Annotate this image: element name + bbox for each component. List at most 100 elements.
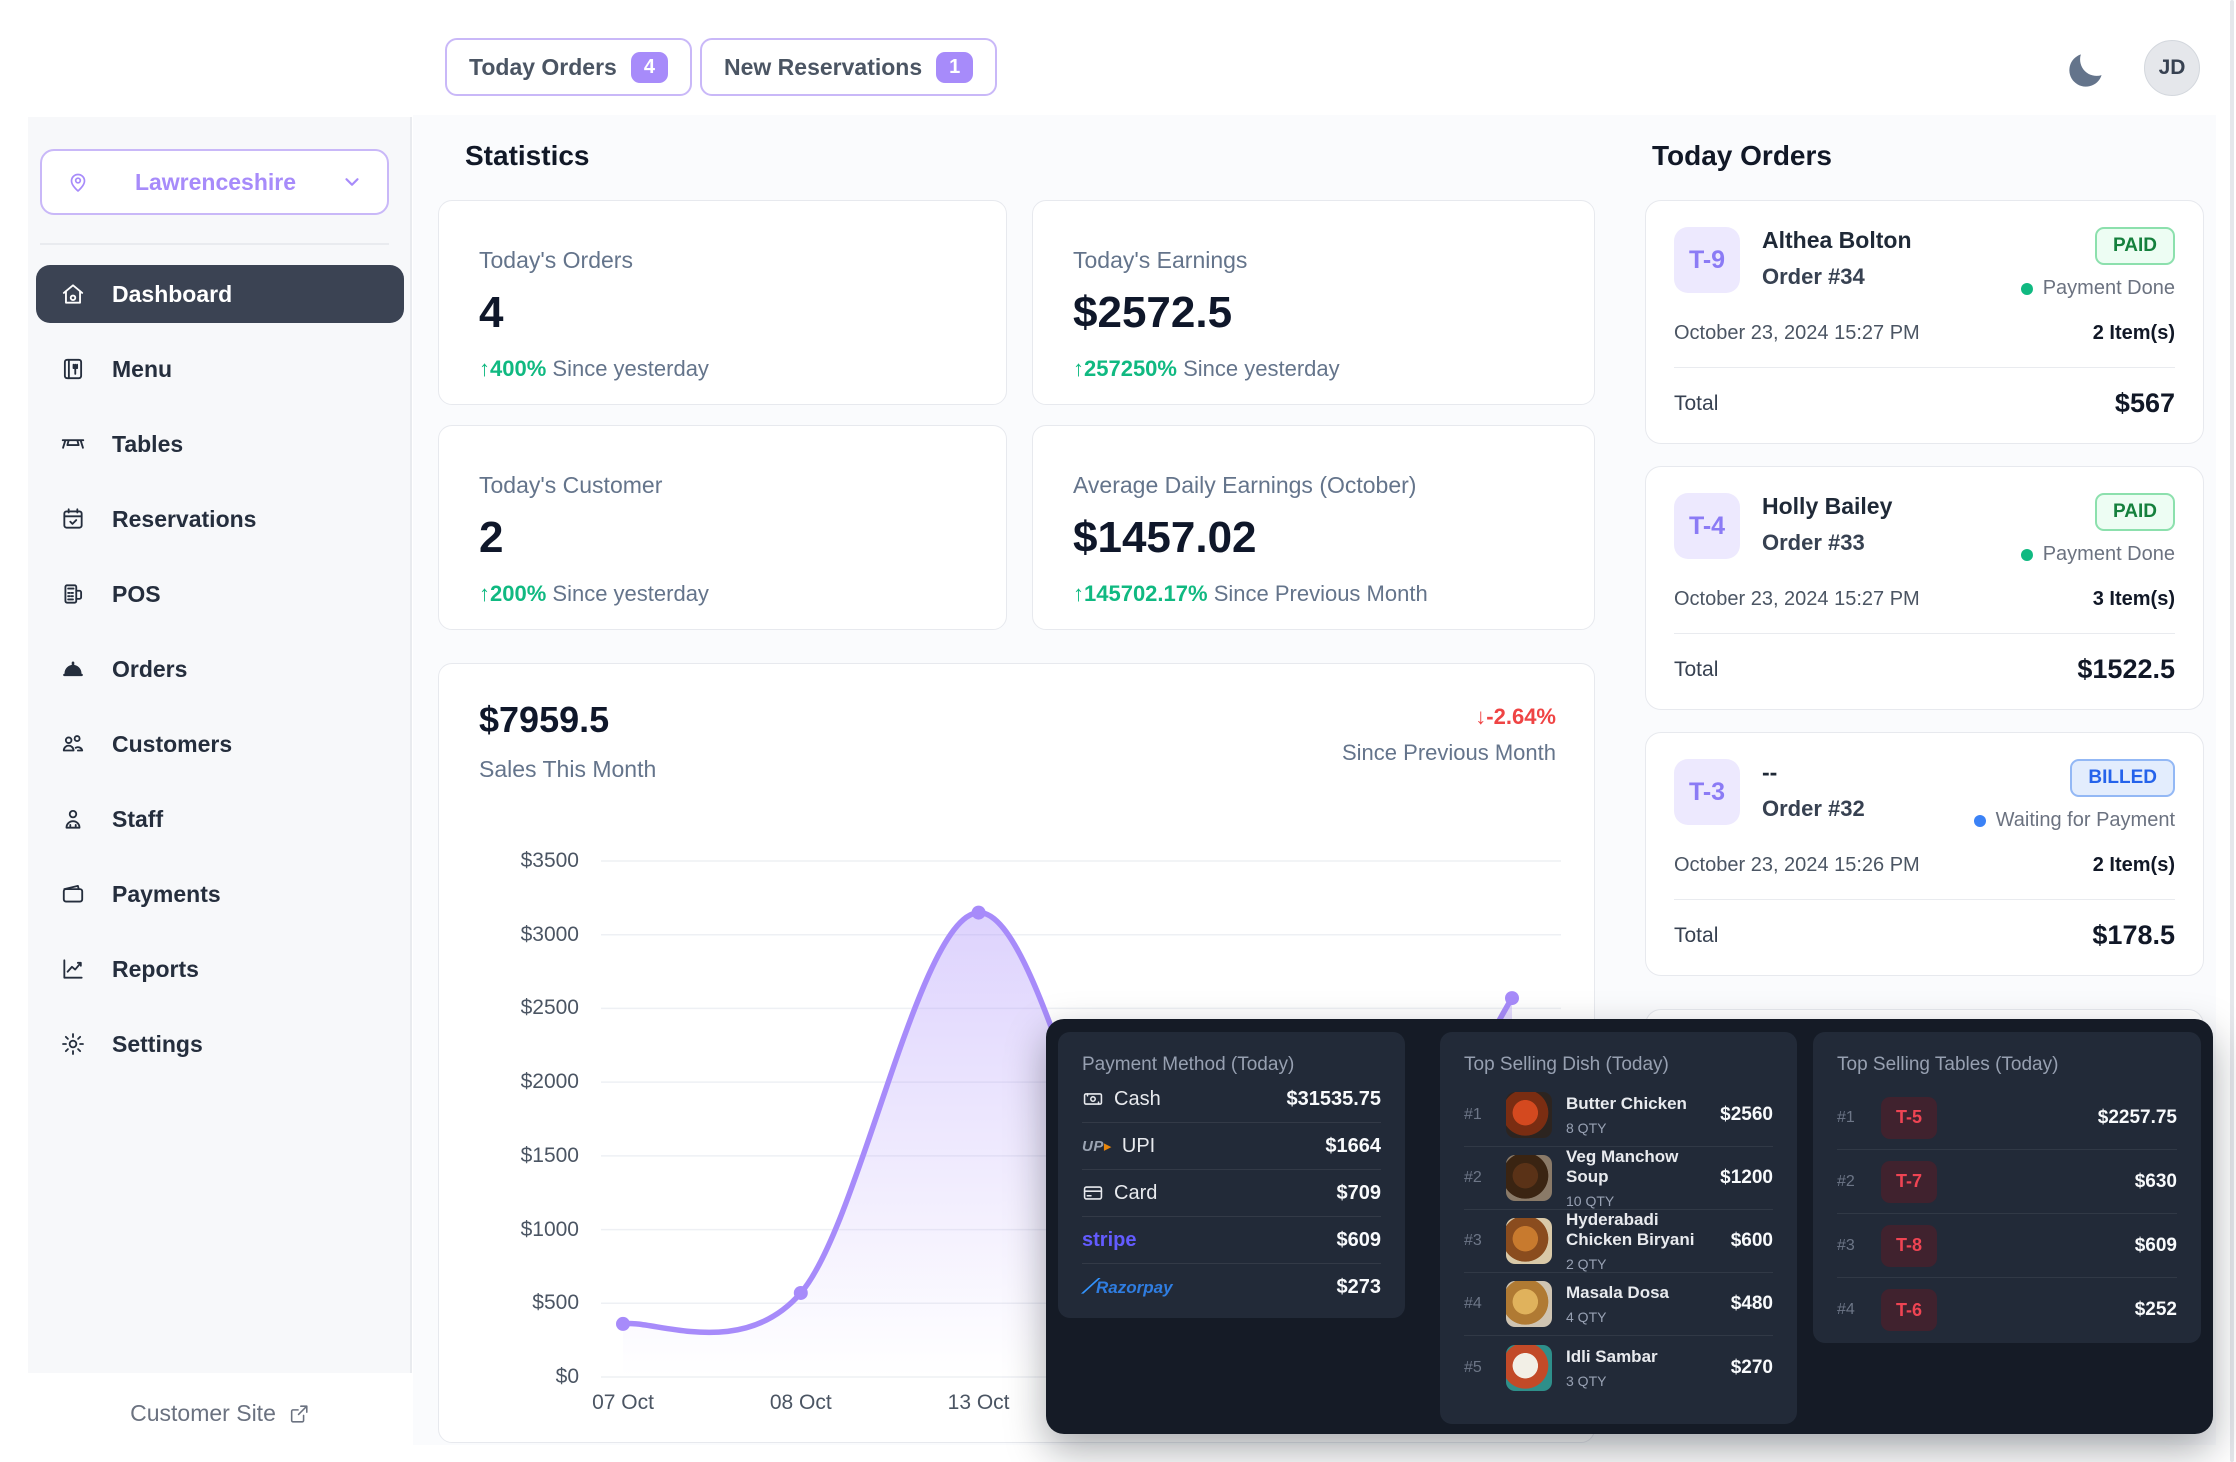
- status-dot: [1974, 815, 1986, 827]
- table-rank: #4: [1837, 1301, 1865, 1319]
- order-items-count: 2 Item(s): [2093, 854, 2175, 877]
- menu-book-icon: [60, 356, 86, 382]
- sidebar-item-payments[interactable]: Payments: [36, 865, 404, 923]
- divider: [1674, 899, 2175, 900]
- status-dot: [2021, 549, 2033, 561]
- cash-icon: [1082, 1088, 1104, 1110]
- sidebar-item-orders[interactable]: Orders: [36, 640, 404, 698]
- sidebar-item-label: Orders: [112, 656, 332, 683]
- credit-card-icon: [1082, 1182, 1104, 1204]
- payment-row: Cash $31535.75: [1082, 1076, 1381, 1123]
- sidebar-item-customers[interactable]: Customers: [36, 715, 404, 773]
- dish-amount: $2560: [1720, 1104, 1773, 1126]
- sidebar-item-settings[interactable]: Settings: [36, 1015, 404, 1073]
- sidebar-item-tables[interactable]: Tables: [36, 415, 404, 473]
- sales-delta-note: Since Previous Month: [1342, 740, 1556, 766]
- sidebar-item-label: Menu: [112, 356, 332, 383]
- dish-photo: [1506, 1092, 1552, 1138]
- status-dot: [2021, 283, 2033, 295]
- today-orders-button[interactable]: Today Orders 4: [445, 38, 692, 96]
- location-selector[interactable]: Lawrenceshire: [40, 149, 389, 215]
- order-total: $178.5: [2092, 920, 2175, 951]
- sales-subtitle: Sales This Month: [479, 756, 656, 783]
- divider: [1674, 367, 2175, 368]
- dish-amount: $600: [1731, 1230, 1773, 1252]
- order-number: Order #33: [1762, 530, 1892, 556]
- dark-mode-moon-icon[interactable]: [2064, 48, 2108, 92]
- sidebar-item-label: Settings: [112, 1031, 380, 1058]
- order-date: October 23, 2024 15:27 PM: [1674, 322, 1920, 345]
- order-card[interactable]: T-9 Althea Bolton Order #34 PAID Payment…: [1645, 200, 2204, 444]
- avatar[interactable]: JD: [2144, 40, 2200, 96]
- order-card[interactable]: T-3 -- Order #32 BILLED Waiting for Paym…: [1645, 732, 2204, 976]
- today-orders-title: Today Orders: [1652, 140, 1832, 172]
- dish-name: Idli Sambar: [1566, 1347, 1717, 1367]
- chevron-down-icon: [358, 658, 380, 680]
- sidebar-item-label: Payments: [112, 881, 332, 908]
- stat-card-value: $1457.02: [1073, 513, 1554, 563]
- arrow-down-icon: ↓: [1475, 704, 1486, 729]
- total-label: Total: [1674, 392, 1718, 416]
- today-orders-count-badge: 4: [631, 52, 668, 83]
- customer-site-link[interactable]: Customer Site: [28, 1400, 412, 1427]
- stripe-logo-icon: stripe: [1082, 1229, 1136, 1252]
- sidebar: Lawrenceshire Dashboard Menu Tables: [28, 117, 412, 1373]
- payment-row: ⟋Razorpay $273: [1082, 1264, 1381, 1311]
- sidebar-item-reservations[interactable]: Reservations: [36, 490, 404, 548]
- y-axis-tick: $1500: [479, 1144, 579, 1168]
- table-badge: T-8: [1881, 1225, 1937, 1267]
- sidebar-item-staff[interactable]: Staff: [36, 790, 404, 848]
- top-tables-title: Top Selling Tables (Today): [1837, 1054, 2177, 1076]
- sidebar-item-label: Customers: [112, 731, 380, 758]
- sidebar-item-dashboard[interactable]: Dashboard: [36, 265, 404, 323]
- dish-row: #2 Veg Manchow Soup 10 QTY $1200: [1464, 1147, 1773, 1210]
- stat-card-delta: ↑145702.17% Since Previous Month: [1073, 581, 1554, 607]
- sidebar-item-pos[interactable]: POS: [36, 565, 404, 623]
- insights-overlay: Payment Method (Today) Cash $31535.75 UP…: [1046, 1019, 2213, 1434]
- table-badge: T-4: [1674, 493, 1740, 559]
- dish-qty: 4 QTY: [1566, 1309, 1717, 1325]
- sidebar-item-menu[interactable]: Menu: [36, 340, 404, 398]
- payment-row: UP▸UPI $1664: [1082, 1123, 1381, 1170]
- sidebar-item-label: Dashboard: [112, 281, 380, 308]
- dish-qty: 8 QTY: [1566, 1120, 1706, 1136]
- scrollbar[interactable]: [2230, 0, 2234, 1462]
- person-icon: [60, 806, 86, 832]
- dish-amount: $270: [1731, 1357, 1773, 1379]
- payment-status: Payment Done: [2043, 277, 2175, 300]
- dish-row: #4 Masala Dosa 4 QTY $480: [1464, 1273, 1773, 1336]
- cloche-icon: [60, 656, 86, 682]
- table-amount: $630: [2135, 1171, 2177, 1193]
- y-axis-tick: $1000: [479, 1218, 579, 1242]
- total-label: Total: [1674, 658, 1718, 682]
- razorpay-logo-icon: ⟋Razorpay: [1082, 1276, 1173, 1299]
- stat-card: Today's Earnings $2572.5 ↑257250% Since …: [1032, 200, 1595, 405]
- total-label: Total: [1674, 924, 1718, 948]
- sales-delta: ↓-2.64%: [1475, 704, 1556, 730]
- new-reservations-button[interactable]: New Reservations 1: [700, 38, 997, 96]
- dish-rank: #2: [1464, 1169, 1492, 1187]
- sidebar-nav: Dashboard Menu Tables Reservations: [36, 265, 404, 1090]
- order-number: Order #32: [1762, 796, 1865, 822]
- order-items-count: 2 Item(s): [2093, 322, 2175, 345]
- chevron-down-icon: [358, 883, 380, 905]
- location-pin-icon: [66, 170, 90, 194]
- top-dish-title: Top Selling Dish (Today): [1464, 1054, 1773, 1076]
- status-badge: BILLED: [2070, 759, 2175, 797]
- payment-amount: $609: [1337, 1229, 1382, 1252]
- sidebar-item-reports[interactable]: Reports: [36, 940, 404, 998]
- dish-amount: $1200: [1720, 1167, 1773, 1189]
- stat-card-value: 2: [479, 513, 966, 563]
- home-icon: [60, 281, 86, 307]
- gear-icon: [60, 1031, 86, 1057]
- order-card[interactable]: T-4 Holly Bailey Order #33 PAID Payment …: [1645, 466, 2204, 710]
- stat-card: Average Daily Earnings (October) $1457.0…: [1032, 425, 1595, 630]
- table-icon: [60, 431, 86, 457]
- arrow-up-icon: ↑: [479, 356, 490, 381]
- stat-card-label: Today's Earnings: [1073, 247, 1554, 274]
- status-badge: PAID: [2095, 227, 2175, 265]
- y-axis-tick: $0: [479, 1365, 579, 1389]
- table-badge: T-6: [1881, 1289, 1937, 1331]
- table-row: #3 T-8 $609: [1837, 1214, 2177, 1278]
- dish-row: #3 Hyderabadi Chicken Biryani 2 QTY $600: [1464, 1210, 1773, 1273]
